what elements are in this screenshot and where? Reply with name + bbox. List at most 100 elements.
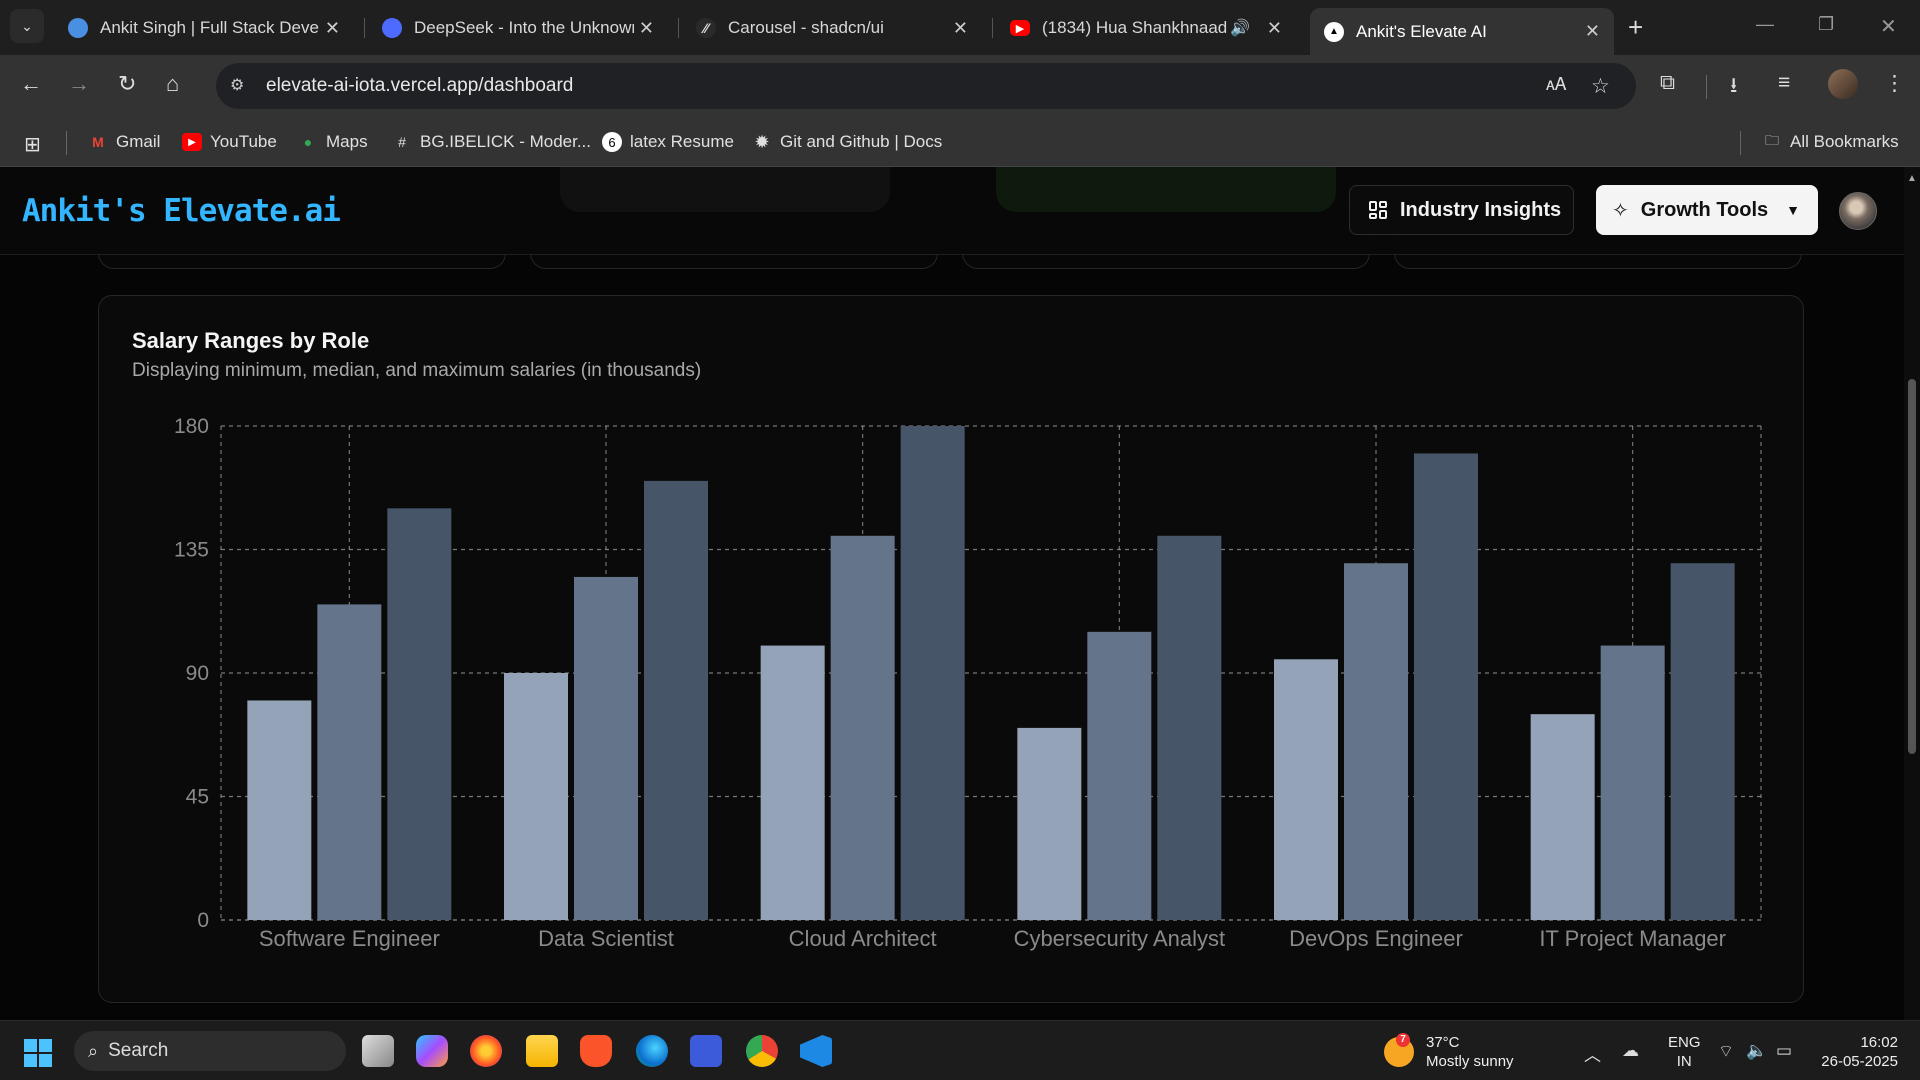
tab-title: (1834) Hua Shankhnaad ( [1042, 18, 1232, 37]
chrome-icon[interactable] [746, 1035, 778, 1067]
vscode-icon[interactable] [800, 1035, 832, 1067]
app-m-icon[interactable] [690, 1035, 722, 1067]
profile-avatar[interactable] [1828, 69, 1858, 99]
tab-separator [364, 18, 365, 38]
x-tick-label: Data Scientist [538, 926, 674, 951]
bookmark-youtube[interactable]: ▶ YouTube [182, 132, 277, 152]
cloud-icon[interactable]: ☁ [1622, 1041, 1639, 1061]
download-icon[interactable]: ⭳ [1730, 71, 1737, 106]
x-tick-label: Software Engineer [259, 926, 440, 951]
brave-icon[interactable] [580, 1035, 612, 1067]
bookmark-latex-resume[interactable]: 6 latex Resume [602, 132, 734, 152]
copilot-icon[interactable] [416, 1035, 448, 1067]
page-viewport: Ankit's Elevate.ai Industry Insights ✧ G… [0, 167, 1920, 1020]
tab-separator [992, 18, 993, 38]
wifi-icon[interactable]: ⌔ [1718, 1041, 1734, 1062]
apps-grid-icon[interactable]: ⊞ [24, 132, 41, 157]
restore-icon[interactable]: ❐ [1818, 14, 1834, 35]
menu-kebab-icon[interactable]: ⋮ [1884, 71, 1905, 96]
bookmark-maps[interactable]: ● Maps [298, 132, 368, 152]
task-view-icon[interactable] [362, 1035, 394, 1067]
language-indicator[interactable]: ENG IN [1668, 1033, 1701, 1071]
taskbar-search[interactable]: ⌕ Search [74, 1031, 346, 1071]
bar-devops-engineer-series-2 [1414, 453, 1478, 920]
tab-shadcn[interactable]: ⁄⁄ Carousel - shadcn/ui ✕ [682, 8, 982, 48]
close-icon[interactable]: ✕ [1267, 18, 1282, 39]
reload-icon[interactable]: ↻ [118, 71, 136, 97]
speaker-icon[interactable]: 🔊 [1230, 18, 1250, 38]
x-tick-label: Cloud Architect [789, 926, 937, 951]
search-icon: ⌕ [88, 1040, 99, 1061]
close-icon[interactable]: ✕ [325, 18, 340, 39]
portfolio-favicon-icon [68, 18, 88, 38]
tab-deepseek[interactable]: DeepSeek - Into the Unknown ✕ [368, 8, 668, 48]
translate-icon[interactable]: 🗚 [1546, 74, 1566, 95]
bar-cybersecurity-analyst-series-0 [1017, 727, 1082, 920]
tab-search-button[interactable]: ⌄ [10, 9, 44, 43]
close-icon[interactable]: ✕ [953, 18, 968, 39]
youtube-icon: ▶ [182, 133, 202, 151]
system-clock[interactable]: 16:02 26-05-2025 [1818, 1033, 1898, 1071]
tab-title: Ankit's Elevate AI [1356, 21, 1487, 41]
x-tick-label: DevOps Engineer [1289, 926, 1463, 951]
industry-insights-button[interactable]: Industry Insights [1349, 185, 1574, 235]
bookmark-bgibelick[interactable]: # BG.IBELICK - Moder... [392, 132, 591, 152]
all-bookmarks-folder[interactable]: 🗀 All Bookmarks [1762, 132, 1899, 152]
vercel-favicon-icon: ▲ [1324, 21, 1344, 42]
home-icon[interactable]: ⌂ [166, 71, 179, 97]
folder-icon: 🗀 [1765, 132, 1779, 148]
header-backdrop [560, 167, 890, 212]
file-explorer-icon[interactable] [526, 1035, 558, 1067]
bar-devops-engineer-series-1 [1344, 563, 1408, 920]
battery-icon[interactable]: ▭ [1776, 1041, 1792, 1061]
tab-elevate-active[interactable]: ▲ Ankit's Elevate AI ✕ [1310, 8, 1614, 55]
bookmark-gmail[interactable]: M Gmail [88, 132, 160, 152]
bookmark-star-icon[interactable]: ☆ [1591, 74, 1610, 99]
x-tick-label: IT Project Manager [1539, 926, 1726, 951]
bookmark-git-docs[interactable]: ✹ Git and Github | Docs [752, 132, 942, 152]
growth-tools-dropdown[interactable]: ✧ Growth Tools ▼ [1596, 185, 1818, 235]
address-bar[interactable]: ⚙ elevate-ai-iota.vercel.app/dashboard 🗚… [216, 63, 1636, 109]
back-arrow-icon[interactable]: ← [20, 71, 42, 97]
app-logo[interactable]: Ankit's Elevate.ai [22, 193, 341, 229]
scrollbar-thumb[interactable] [1908, 379, 1916, 754]
bar-data-scientist-series-1 [574, 576, 638, 920]
weather-widget[interactable]: 7 37°C Mostly sunny [1384, 1033, 1514, 1071]
weather-temp: 37°C [1426, 1034, 1460, 1051]
browser-toolbar: ← → ↻ ⌂ ⚙ elevate-ai-iota.vercel.app/das… [0, 55, 1920, 117]
address-url[interactable]: elevate-ai-iota.vercel.app/dashboard [266, 75, 573, 97]
new-tab-plus-icon[interactable]: + [1628, 12, 1643, 43]
user-avatar[interactable] [1839, 192, 1877, 230]
page-scrollbar[interactable]: ▲ [1904, 167, 1920, 1020]
gmail-icon: M [92, 134, 104, 150]
close-icon[interactable]: ✕ [639, 18, 654, 39]
y-tick-label: 90 [186, 662, 209, 685]
bar-data-scientist-series-2 [644, 480, 708, 920]
y-tick-label: 0 [197, 909, 209, 932]
minimize-icon[interactable]: — [1756, 14, 1774, 35]
bar-software-engineer-series-0 [247, 700, 312, 920]
weather-desc: Mostly sunny [1426, 1053, 1514, 1070]
forward-arrow-icon[interactable]: → [68, 71, 90, 97]
scroll-up-arrow-icon[interactable]: ▲ [1907, 173, 1917, 184]
industry-insights-label: Industry Insights [1400, 198, 1562, 221]
extensions-icon[interactable]: ⧉ [1660, 71, 1675, 95]
tab-title: Ankit Singh | Full Stack Develo [100, 18, 320, 37]
tab-title: DeepSeek - Into the Unknown [414, 18, 634, 37]
volume-icon[interactable]: 🔈 [1746, 1041, 1767, 1061]
x-tick-label: Cybersecurity Analyst [1014, 926, 1226, 951]
windows-start-icon[interactable] [24, 1039, 52, 1067]
tab-portfolio[interactable]: Ankit Singh | Full Stack Develo ✕ [54, 8, 354, 48]
header-backdrop [996, 167, 1336, 212]
y-tick-label: 135 [174, 539, 209, 562]
chevron-up-icon[interactable]: ︿ [1584, 1041, 1601, 1066]
edge-icon[interactable] [636, 1035, 668, 1067]
tab-youtube[interactable]: ▶ (1834) Hua Shankhnaad ( 🔊 ✕ [996, 8, 1296, 48]
chevron-down-icon: ⌄ [21, 17, 33, 34]
firefox-icon[interactable] [470, 1035, 502, 1067]
site-info-icon[interactable]: ⚙ [230, 75, 252, 97]
growth-tools-label: Growth Tools [1640, 198, 1769, 221]
close-icon[interactable]: ✕ [1585, 21, 1600, 42]
window-close-icon[interactable]: ✕ [1880, 14, 1897, 39]
media-queue-icon[interactable]: ≡ [1778, 71, 1790, 95]
